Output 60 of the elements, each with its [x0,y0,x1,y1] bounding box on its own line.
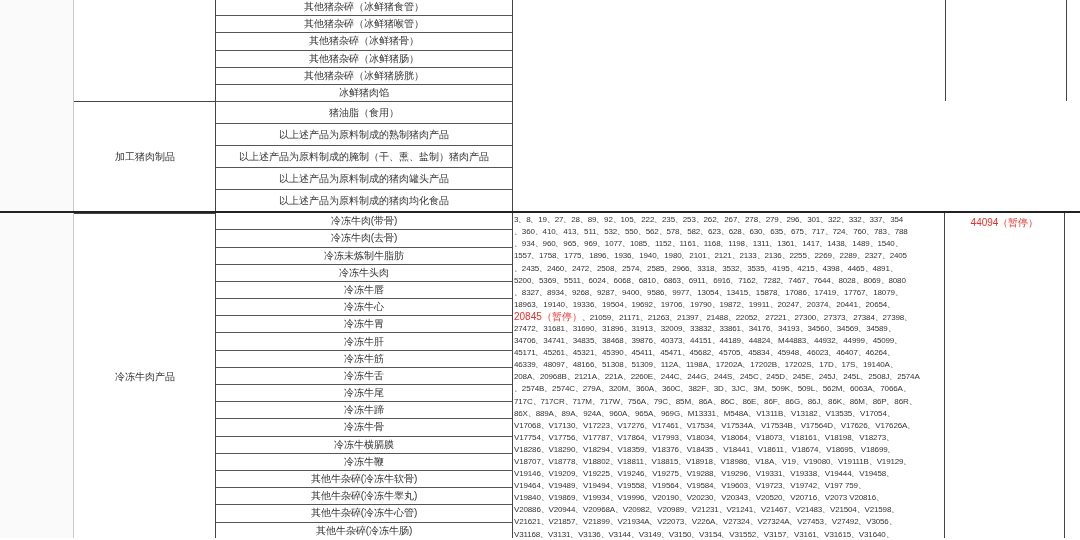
category-label: 冷冻牛肉产品 [114,370,175,385]
code-list-line: 、934、960、965、969、1077、1085、1152、1161、1168、1198、1311、1361、1417、1438、1489、1540、 [514,238,903,251]
category-label: 加工猪肉制品 [114,149,175,164]
product-cell: 冷冻牛横膈膜 [216,435,512,453]
code-list-line: 、2435、2460、2472、2508、2574、2585、2966、3318、3532、3535、4195、4215、4398、4465、4891、 [514,262,898,275]
code-list-line: 20845（暂停）、21059、21171、21263、21397、21488、22052、27221、27300、27373、27384、27398、 [514,310,912,323]
code-list-line: 208A、20968B、2121A、221A、2260E、244C、244G、244S、245C、245D、245E、245J、245L、2508J、2574A [514,371,920,384]
product-cell: 冷冻牛鞭 [216,452,512,470]
code-list-line: V19146、V19209、V19225、V19246、V19275、V19288、V19296、V19331、V19338、V19444、V19458、 [514,468,894,481]
product-cell: 其他猪杂碎（冰鲜猪肠） [216,49,512,67]
product-cell: 冷冻牛肝 [216,332,512,350]
code-list-line: V31168、V3131、V3136、V3144、V3149、V3150、V3154、V31552、V3157、V3161、V31615、V31640、 [514,528,894,538]
product-cell: 其他猪杂碎（冰鲜猪食管） [216,0,512,16]
code-list-line: V19840、V19869、V19934、V19996、V20190、V20230、V20343、V20520、V20716、V2073 V20816、 [514,492,884,505]
product-cell: 冷冻牛唇 [216,280,512,299]
product-cell: 冷冻牛蹄 [216,401,512,419]
product-cell: 以上述产品为原料制成的猪肉罐头产品 [216,167,512,190]
note-text: 44094（暂停） [970,216,1039,231]
code-list-line: 45171、45261、45321、45390、45411、45471、45682、45705、45834、45948、46023、46407、46264、 [514,347,895,360]
code-list-line: V20886、V20944、V20968A、V20982、V20989、V21231、V21241、V21467、V21483、V21504、V21598、 [514,504,900,517]
product-cell: 以上述产品为原料制成的腌制（干、熏、盐制）猪肉产品 [216,145,512,168]
code-list-line: 、8327、8934、9268、9287、9400、9586、9977、13054、13415、15878、17086、17419、17767、18079、 [514,286,903,299]
code-list-line: 5200、5369、5511、6024、6068、6810、6863、6911、6916、7162、7282、7467、7644、8028、8069、8080 [514,274,906,287]
product-cell: 冷冻牛尾 [216,384,512,402]
code-list-line: 1557、1758、1775、1896、1936、1940、1980、2101、2121、2133、2136、2255、2269、2289、2327、2405 [514,250,907,263]
product-cell: 冷冻牛头肉 [216,263,512,281]
product-cell: 冷冻牛肉(去骨) [216,229,512,247]
product-cell: 冰鲜猪肉馅 [216,83,512,102]
code-list-line: V17754、V17756、V17787、V17864、V17993、V18034、V18064、V18073、V18161、V18198、V18273、 [514,431,894,444]
product-cell: 其他牛杂碎(冷冻牛心管) [216,504,512,522]
product-cell-text: 冷冻牛肉(带骨) [329,214,399,229]
code-list-line: 86X、889A、89A、924A、960A、965A、969G、M13331、M548A、V1311B、V13182、V13535、V17054、 [514,407,895,420]
code-list-line: V18707、V18778、V18802、V18811、V18815、V18918、V18986、V18A、V19、V19080、V19111B、V19129、 [514,456,912,468]
product-cell: 其他猪杂碎（冰鲜猪膀胱） [216,66,512,84]
product-cell: 冷冻牛胃 [216,315,512,333]
product-cell: 冷冻牛骨 [216,418,512,436]
code-list-line: 717C、717CR、717M、717W、756A、79C、85M、86A、86C、86E、86F、86G、86J、86K、86M、86P、86R、 [514,395,917,408]
code-list-line: V17068、V17130、V17223、V17276、V17461、V17534、V17534A、V17534B、V17564D、V17626、V17626A、 [514,419,916,432]
code-list-line: 、2574B、2574C、279A、320M、360A、360C、382F、3D、3JC、3M、509K、509L、562M、6063A、7066A、 [514,383,911,396]
product-cell: 冷冻牛心 [216,298,512,316]
product-cell: 冷冻未炼制牛脂肪 [216,246,512,264]
code-list-line: V21621、V21857、V21899、V21934A、V22073、V226A、V27324、V27324A、V27453、V27492、V3056、 [514,516,897,529]
product-cell: 猪油脂（食用） [216,101,512,124]
code-list-line: 46339、48097、48166、51308、51309、112A、1198A、17202A、17202B、17202S、17D、17S、19140A、 [514,359,898,372]
product-cell: 以上述产品为原料制成的熟制猪肉产品 [216,123,512,146]
product-cell: 冷冻牛筋 [216,349,512,367]
product-cell: 其他牛杂碎(冷冻牛睾丸) [216,487,512,505]
code-list-line: 18963、19140、19336、19504、19692、19706、19790、19872、19911、20247、20374、20441、20654、 [514,298,895,311]
code-list-line: 3、8、19、27、28、89、92、105、222、235、253、262、267、278、279、296、301、322、332、337、354 [514,214,904,227]
code-list-line: 34706、34741、34835、38468、39876、40373、44151、44189、44824、M44883、44932、44999、45099、 [514,335,902,348]
code-list-line: V18286、V18290、V18294、V18359、V18376、V18435 、V18441、V18611、V18674、V18695、V18699、 [514,443,896,456]
product-cell: 其他猪杂碎（冰鲜猪骨） [216,32,512,50]
product-cell: 其他猪杂碎（冰鲜猪喉管） [216,15,512,33]
product-cell: 其他牛杂碎(冷冻牛软骨) [216,469,512,488]
product-cell: 以上述产品为原料制成的猪肉均化食品 [216,189,512,212]
product-cell: 其他牛杂碎(冷冻牛肠) [216,521,512,538]
code-list-line: V19464、V19489、V19494、V19558、V19564、V19584、V19603、V19723、V19742、V197 759、 [514,480,866,493]
code-list-line: 27472、31681、31690、31896、31913、32009、33832、33861、34176、34193、34560、34569、34589、 [514,322,896,335]
code-list-line: 、360、410、413、511、532、550、562、578、582、623、628、630、635、675、717、724、760、783、788 [514,226,908,239]
product-cell: 冷冻牛舌 [216,366,512,384]
